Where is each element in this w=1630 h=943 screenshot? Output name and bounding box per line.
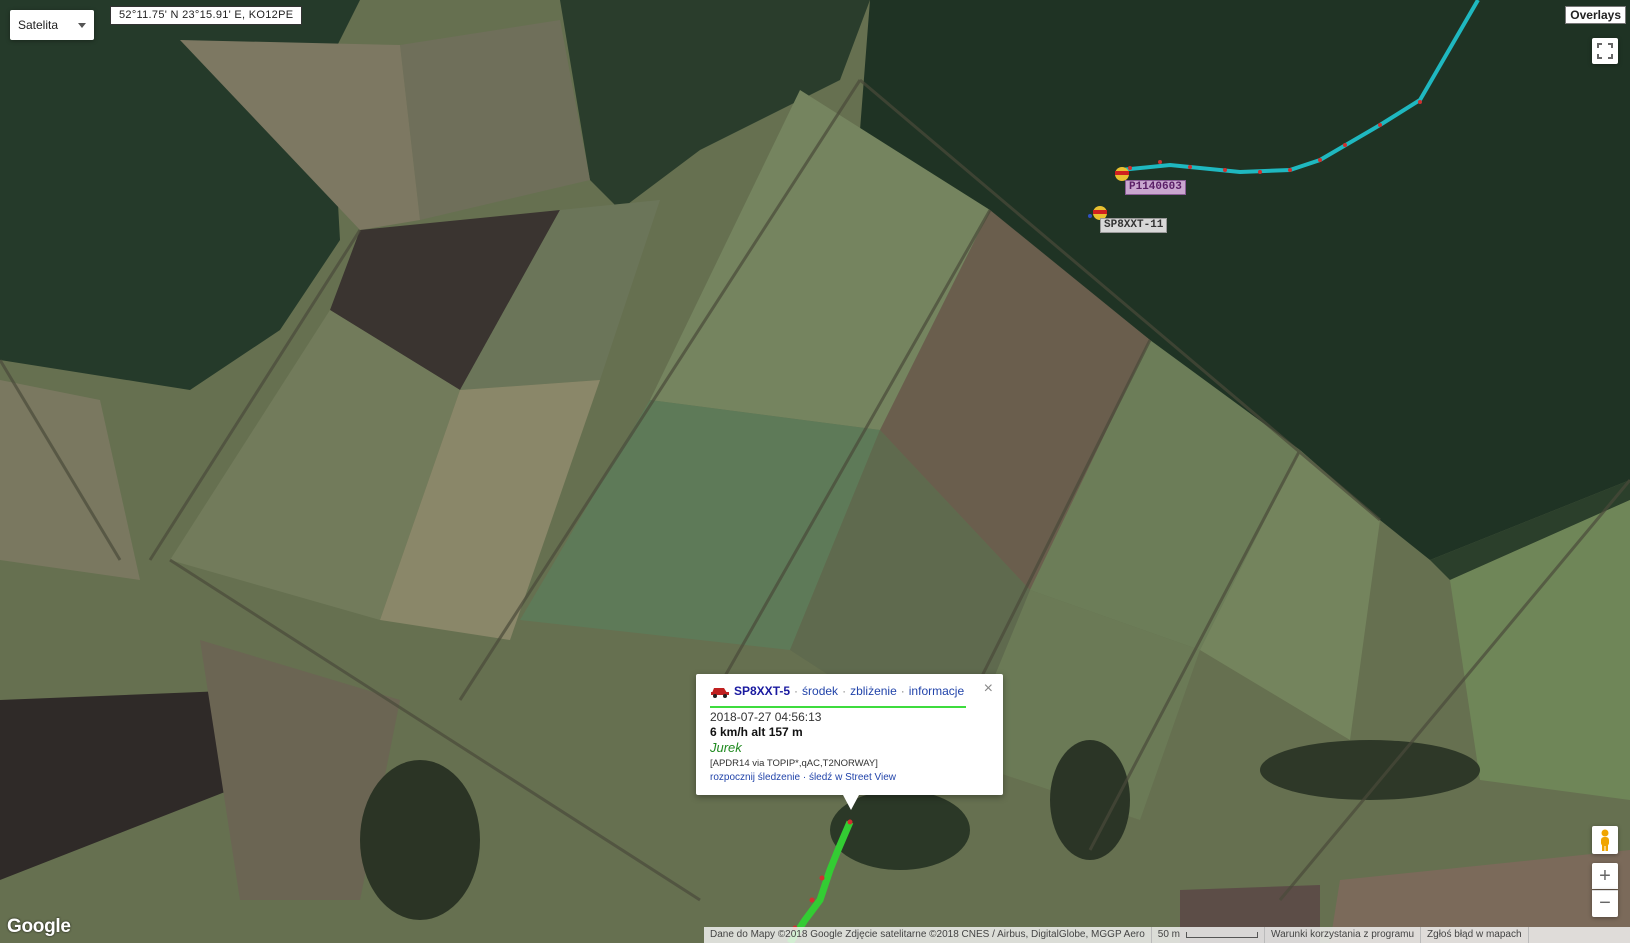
popup-comment: Jurek [710,740,742,755]
separator: · [842,684,847,698]
separator: · [794,684,799,698]
report-error-link[interactable]: Zgłoś błąd w mapach [1421,927,1529,943]
fullscreen-icon [1597,43,1613,59]
info-link[interactable]: informacje [909,684,964,698]
popup-timestamp: 2018-07-27 04:56:13 [710,710,822,724]
map-data-attribution: Dane do Mapy ©2018 Google Zdjęcie sateli… [704,927,1152,943]
popup-path: [APDR14 via TOPIP*,qAC,T2NORWAY] [710,758,878,769]
scale-line [1186,932,1259,938]
street-view-button[interactable] [1592,826,1618,854]
station-label-sp8xxt11[interactable]: SP8XXT-11 [1100,218,1168,233]
divider [710,706,966,708]
coordinates-readout: 52°11.75' N 23°15.91' E, KO12PE [110,6,303,25]
separator: · [900,684,905,698]
car-icon [710,684,730,698]
zoom-out-button[interactable]: − [1592,890,1618,917]
close-icon[interactable]: × [984,680,993,698]
zoom-link[interactable]: zbliżenie [850,684,897,698]
popup-header: SP8XXT-5 · środek · zbliżenie · informac… [710,684,964,698]
map-type-select[interactable]: Satelita [10,10,94,40]
popup-speed-altitude: 6 km/h alt 157 m [710,725,803,739]
zoom-in-button[interactable]: + [1592,863,1618,889]
track-link[interactable]: rozpocznij śledzenie [710,772,800,783]
satellite-map[interactable] [0,0,1630,943]
station-label-p1140603[interactable]: P1140603 [1125,180,1186,195]
google-logo: Google [7,916,71,937]
terms-link[interactable]: Warunki korzystania z programu [1265,927,1422,943]
station-info-popup: SP8XXT-5 · środek · zbliżenie · informac… [696,674,1003,810]
center-link[interactable]: środek [802,684,838,698]
popup-callsign[interactable]: SP8XXT-5 [734,684,790,698]
popup-links: rozpocznij śledzenie · śledź w Street Vi… [710,772,896,783]
scale-label: 50 m [1157,929,1181,940]
street-view-link[interactable]: śledź w Street View [809,772,896,783]
chevron-down-icon [78,23,86,28]
balloon-icon[interactable] [1115,167,1129,181]
overlays-button[interactable]: Overlays [1565,6,1626,24]
pegman-icon [1601,829,1609,851]
fullscreen-button[interactable] [1592,38,1618,64]
attribution-bar: Dane do Mapy ©2018 Google Zdjęcie sateli… [704,927,1630,943]
map-type-label: Satelita [18,18,59,32]
scale-bar[interactable]: 50 m [1152,927,1266,943]
